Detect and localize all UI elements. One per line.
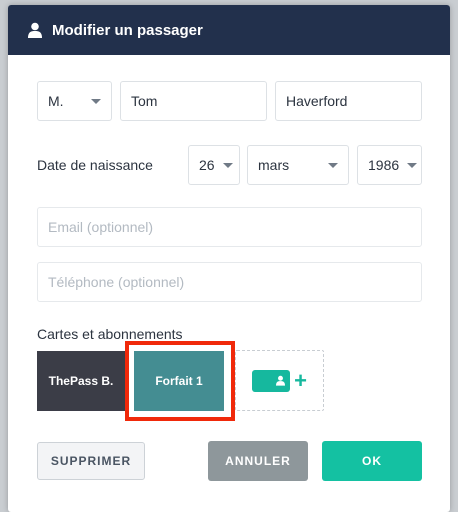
last-name-value: Haverford [286,93,348,109]
first-name-input[interactable]: Tom [120,81,267,121]
chevron-down-icon [407,162,418,168]
birth-day-value: 26 [199,157,215,173]
phone-placeholder: Téléphone (optionnel) [48,274,185,290]
dialog-title: Modifier un passager [52,21,203,39]
birth-year-value: 1986 [368,157,400,173]
add-card-button[interactable]: + [235,350,324,411]
chevron-down-icon [91,98,101,104]
card-forfait-label: Forfait 1 [155,374,203,388]
email-input[interactable]: Email (optionnel) [37,207,422,247]
card-forfait[interactable]: Forfait 1 [134,351,224,411]
cards-section-label: Cartes et abonnements [37,326,183,342]
first-name-value: Tom [131,93,158,109]
last-name-input[interactable]: Haverford [275,81,422,121]
delete-button[interactable]: SUPPRIMER [37,442,145,480]
birthdate-label: Date de naissance [37,157,153,173]
chevron-down-icon [222,162,233,168]
civility-value: M. [48,93,64,109]
dialog-header: Modifier un passager [8,5,450,55]
ok-button[interactable]: OK [322,441,422,481]
plus-icon: + [294,367,307,393]
birth-year-select[interactable]: 1986 [357,145,422,185]
user-icon [276,375,286,386]
edit-passenger-dialog: Modifier un passager M. Tom Haverford Da… [8,5,450,512]
birth-month-value: mars [258,157,290,173]
card-thepass-label: ThePass B. [48,374,114,388]
civility-select[interactable]: M. [37,81,112,121]
chevron-down-icon [328,162,338,168]
birth-day-select[interactable]: 26 [188,145,240,185]
cancel-button[interactable]: ANNULER [208,441,308,481]
birth-month-select[interactable]: mars [247,145,349,185]
phone-input[interactable]: Téléphone (optionnel) [37,262,422,302]
add-card-icon [252,369,291,392]
email-placeholder: Email (optionnel) [48,219,154,235]
card-thepass[interactable]: ThePass B. [37,351,125,411]
user-icon [28,22,42,38]
